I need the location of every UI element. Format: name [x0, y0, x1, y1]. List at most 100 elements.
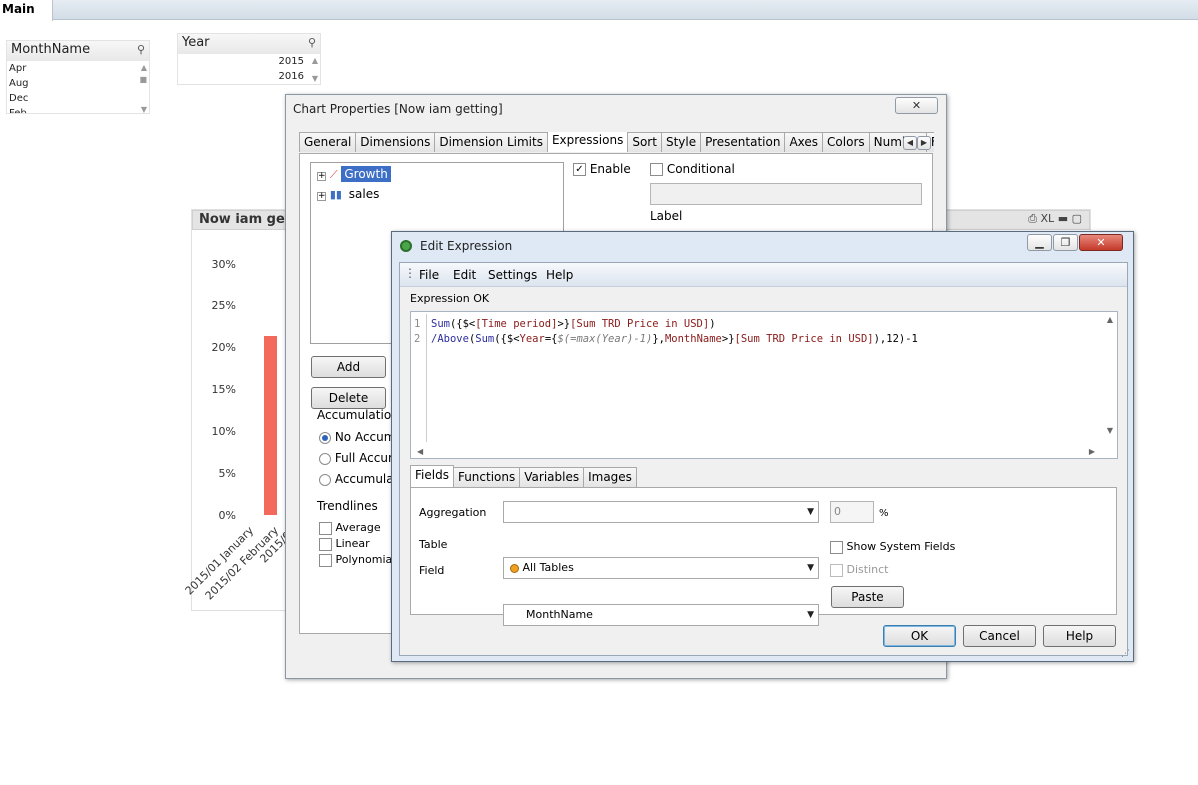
expand-icon[interactable]: +	[317, 192, 326, 201]
checkbox[interactable]	[650, 163, 663, 176]
qlikview-logo-icon	[400, 240, 412, 252]
list-item[interactable]: Aug	[7, 76, 149, 91]
scroll-right-icon[interactable]: ▶	[1089, 447, 1095, 456]
field-label: Field	[419, 564, 445, 577]
print-icon[interactable]: ⎙	[1028, 212, 1037, 225]
trendlines-title: Trendlines	[317, 499, 378, 513]
chevron-down-icon: ▼	[807, 610, 814, 620]
condition-input[interactable]	[650, 183, 922, 205]
gutter-divider	[426, 314, 427, 442]
conditional-checkbox[interactable]: Conditional	[650, 162, 735, 176]
list-item[interactable]: 2016	[178, 69, 320, 84]
list-item[interactable]: Feb	[7, 106, 149, 113]
sheet-tab-main[interactable]: Main	[0, 0, 53, 21]
expression-editor[interactable]: 1 2 Sum({$<[Time period]>}[Sum TRD Price…	[410, 311, 1118, 459]
checkbox-checked[interactable]: ✓	[573, 163, 586, 176]
minimize-icon[interactable]: ▬	[1058, 212, 1068, 225]
y-tick-label: 0%	[218, 509, 236, 522]
show-system-fields-label: Show System Fields	[846, 540, 956, 553]
scroll-left-icon[interactable]: ◀	[417, 447, 423, 456]
enable-checkbox[interactable]: ✓ Enable	[573, 162, 631, 176]
paste-button[interactable]: Paste	[831, 586, 904, 608]
expression-item-sales[interactable]: + ▮▮ sales	[317, 187, 382, 201]
tab-general[interactable]: General	[299, 132, 357, 152]
tab-images[interactable]: Images	[583, 467, 637, 487]
expression-label[interactable]: sales	[346, 186, 383, 202]
field-select[interactable]: MonthName ▼	[503, 604, 819, 626]
scroll-up-icon[interactable]: ▲	[1107, 315, 1113, 324]
chart-bar[interactable]	[264, 336, 277, 515]
ok-button[interactable]: OK	[883, 625, 956, 647]
tab-functions[interactable]: Functions	[452, 467, 521, 487]
table-select[interactable]: All Tables ▼	[503, 557, 819, 579]
trendline-average[interactable]: Average	[319, 521, 381, 535]
list-item[interactable]: 2015	[178, 54, 320, 69]
scroll-down-icon[interactable]: ▼	[312, 74, 318, 83]
tab-axes[interactable]: Axes	[784, 132, 824, 152]
field-value: MonthName	[526, 608, 593, 621]
expression-label[interactable]: Growth	[341, 166, 391, 182]
trendline-linear[interactable]: Linear	[319, 537, 370, 551]
line-number: 1	[414, 318, 421, 330]
add-button[interactable]: Add	[311, 356, 386, 378]
label-caption: Label	[650, 209, 683, 223]
distinct-label: Distinct	[846, 563, 889, 576]
percent-sign: %	[879, 508, 889, 519]
list-item[interactable]: Apr	[7, 61, 149, 76]
tab-fields[interactable]: Fields	[410, 465, 454, 487]
line-chart-icon: ⟋	[329, 168, 338, 181]
listbox-monthname-title: MonthName	[11, 42, 91, 57]
tab-colors[interactable]: Colors	[822, 132, 870, 152]
menu-settings[interactable]: Settings	[488, 268, 537, 282]
tab-dimension-limits[interactable]: Dimension Limits	[434, 132, 548, 152]
menu-file[interactable]: File	[419, 268, 439, 282]
tab-variables[interactable]: Variables	[519, 467, 585, 487]
menu-edit[interactable]: Edit	[453, 268, 476, 282]
delete-button[interactable]: Delete	[311, 387, 386, 409]
scroll-down-icon[interactable]: ▼	[1107, 426, 1113, 435]
show-system-fields-checkbox[interactable]: Show System Fields	[830, 540, 955, 554]
close-icon[interactable]: ✕	[895, 97, 938, 114]
scroll-down-icon[interactable]: ▼	[141, 105, 147, 113]
tab-scroll-left-icon[interactable]: ◀	[903, 136, 917, 150]
listbox-year-caption: Year ⚲	[178, 34, 320, 54]
expand-icon[interactable]: +	[317, 172, 326, 181]
chart-properties-title: Chart Properties [Now iam getting]	[293, 102, 503, 116]
search-icon[interactable]: ⚲	[137, 43, 145, 56]
close-icon[interactable]: ✕	[1079, 234, 1123, 251]
search-icon[interactable]: ⚲	[308, 36, 316, 49]
restore-icon[interactable]: ❐	[1053, 234, 1078, 251]
minimize-icon[interactable]: ▁	[1027, 234, 1052, 251]
tab-expressions[interactable]: Expressions	[546, 132, 629, 152]
excel-icon[interactable]: XL	[1041, 212, 1055, 225]
chart-toolbar: ⎙ XL ▬ ▢	[1028, 212, 1082, 226]
expression-code[interactable]: Sum({$<[Time period]>}[Sum TRD Price in …	[431, 317, 918, 347]
line-number: 2	[414, 333, 421, 345]
scroll-thumb[interactable]: ■	[139, 75, 147, 84]
cancel-button[interactable]: Cancel	[963, 625, 1036, 647]
menu-bar: ⋮ File Edit Settings Help	[400, 263, 1127, 287]
tab-scroll-right-icon[interactable]: ▶	[917, 136, 931, 150]
aggregation-select[interactable]: ▼	[503, 501, 819, 523]
scroll-up-icon[interactable]: ▲	[312, 56, 318, 65]
chevron-down-icon: ▼	[807, 563, 814, 573]
scroll-up-icon[interactable]: ▲	[141, 63, 147, 72]
tab-presentation[interactable]: Presentation	[700, 132, 786, 152]
list-item[interactable]: Dec	[7, 91, 149, 106]
distinct-checkbox[interactable]: Distinct	[830, 563, 888, 577]
resize-grip-icon[interactable]: ⋰	[1121, 649, 1130, 659]
percent-input[interactable]: 0	[830, 501, 874, 523]
sheet-tab-bar	[0, 0, 1198, 20]
tab-dimensions[interactable]: Dimensions	[355, 132, 436, 152]
tab-sort[interactable]: Sort	[627, 132, 662, 152]
chevron-down-icon: ▼	[807, 507, 814, 517]
table-label: Table	[419, 538, 448, 551]
expression-item-growth[interactable]: + ⟋ Growth	[317, 166, 391, 182]
help-button[interactable]: Help	[1043, 625, 1116, 647]
aggregation-label: Aggregation	[419, 506, 487, 519]
maximize-icon[interactable]: ▢	[1072, 212, 1082, 225]
trendline-label: Average	[335, 521, 381, 534]
listbox-monthname-caption: MonthName ⚲	[7, 41, 149, 61]
tab-style[interactable]: Style	[660, 132, 702, 152]
menu-help[interactable]: Help	[546, 268, 573, 282]
